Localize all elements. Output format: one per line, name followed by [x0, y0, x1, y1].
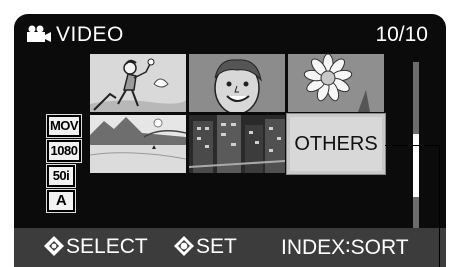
select-label: SELECT: [66, 235, 148, 258]
child-playing-thumbnail[interactable]: [90, 54, 186, 112]
index-sort-hint: INDEX∶SORT: [281, 236, 409, 259]
select-hint: SELECT: [44, 235, 148, 262]
city-night-thumbnail[interactable]: [189, 115, 285, 173]
item-counter: 10/10: [375, 23, 428, 46]
resolution-badge: 1080: [46, 139, 82, 163]
footer-bar: SELECT SET INDEX∶SORT: [14, 228, 446, 267]
camera-lcd-screen: VIDEO 10/10 OTHERS MOV 1080 50i A SELECT…: [14, 14, 446, 267]
others-label: OTHERS: [294, 133, 378, 155]
dpad-center-icon: [174, 236, 194, 262]
dpad-icon: [44, 236, 64, 262]
smiling-boy-thumbnail[interactable]: [189, 54, 285, 112]
scrollbar[interactable]: [413, 62, 419, 237]
lake-scene-thumbnail[interactable]: [90, 115, 186, 173]
scrollbar-thumb[interactable]: [413, 134, 419, 197]
set-label: SET: [196, 235, 237, 258]
format-badge: MOV: [46, 114, 82, 138]
mode-badge: A: [46, 189, 76, 213]
others-folder[interactable]: OTHERS: [286, 113, 386, 175]
page-title: VIDEO: [56, 23, 124, 46]
set-hint: SET: [174, 235, 237, 262]
frame-rate-badge: 50i: [46, 164, 76, 188]
callout-line-vertical: [439, 145, 440, 267]
movie-camera-icon: [26, 25, 52, 48]
callout-line-horizontal: [385, 145, 440, 146]
flower-thumbnail[interactable]: [288, 54, 384, 112]
header-bar: VIDEO 10/10: [14, 14, 446, 54]
